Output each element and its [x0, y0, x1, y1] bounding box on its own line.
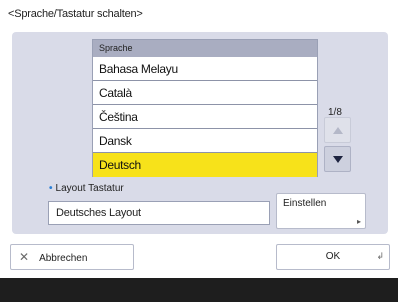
language-item-catala[interactable]: Català [93, 81, 317, 105]
set-keyboard-button[interactable]: Einstellen ▸ [276, 193, 366, 229]
corner-arrow-icon: ▸ [356, 217, 361, 226]
status-bar [0, 278, 398, 302]
scroll-up-button[interactable] [324, 117, 351, 143]
set-keyboard-label: Einstellen [283, 198, 327, 209]
triangle-up-icon [332, 126, 343, 134]
keyboard-layout-label: • Layout Tastatur [49, 183, 124, 194]
enter-corner-icon: ↲ [376, 251, 384, 261]
bullet-icon: • [49, 183, 53, 194]
ok-button[interactable]: OK ↲ [276, 244, 390, 270]
language-item-dansk[interactable]: Dansk [93, 129, 317, 153]
x-icon: ✕ [19, 250, 30, 264]
cancel-button[interactable]: ✕ Abbrechen [10, 244, 134, 270]
triangle-down-icon [332, 155, 343, 163]
ok-label: OK [325, 251, 341, 262]
dialog-title: <Sprache/Tastatur schalten> [8, 8, 143, 20]
language-item-bahasa-melayu[interactable]: Bahasa Melayu [93, 57, 317, 81]
language-item-cestina[interactable]: Čeština [93, 105, 317, 129]
keyboard-layout-label-text: Layout Tastatur [55, 183, 124, 194]
language-list-header: Sprache [93, 40, 317, 57]
language-item-deutsch[interactable]: Deutsch [93, 153, 317, 177]
keyboard-layout-field[interactable]: Deutsches Layout [48, 201, 270, 225]
language-list: Sprache Bahasa Melayu Català Čeština Dan… [92, 39, 318, 177]
cancel-label: Abbrechen [39, 253, 88, 264]
scroll-down-button[interactable] [324, 146, 351, 172]
